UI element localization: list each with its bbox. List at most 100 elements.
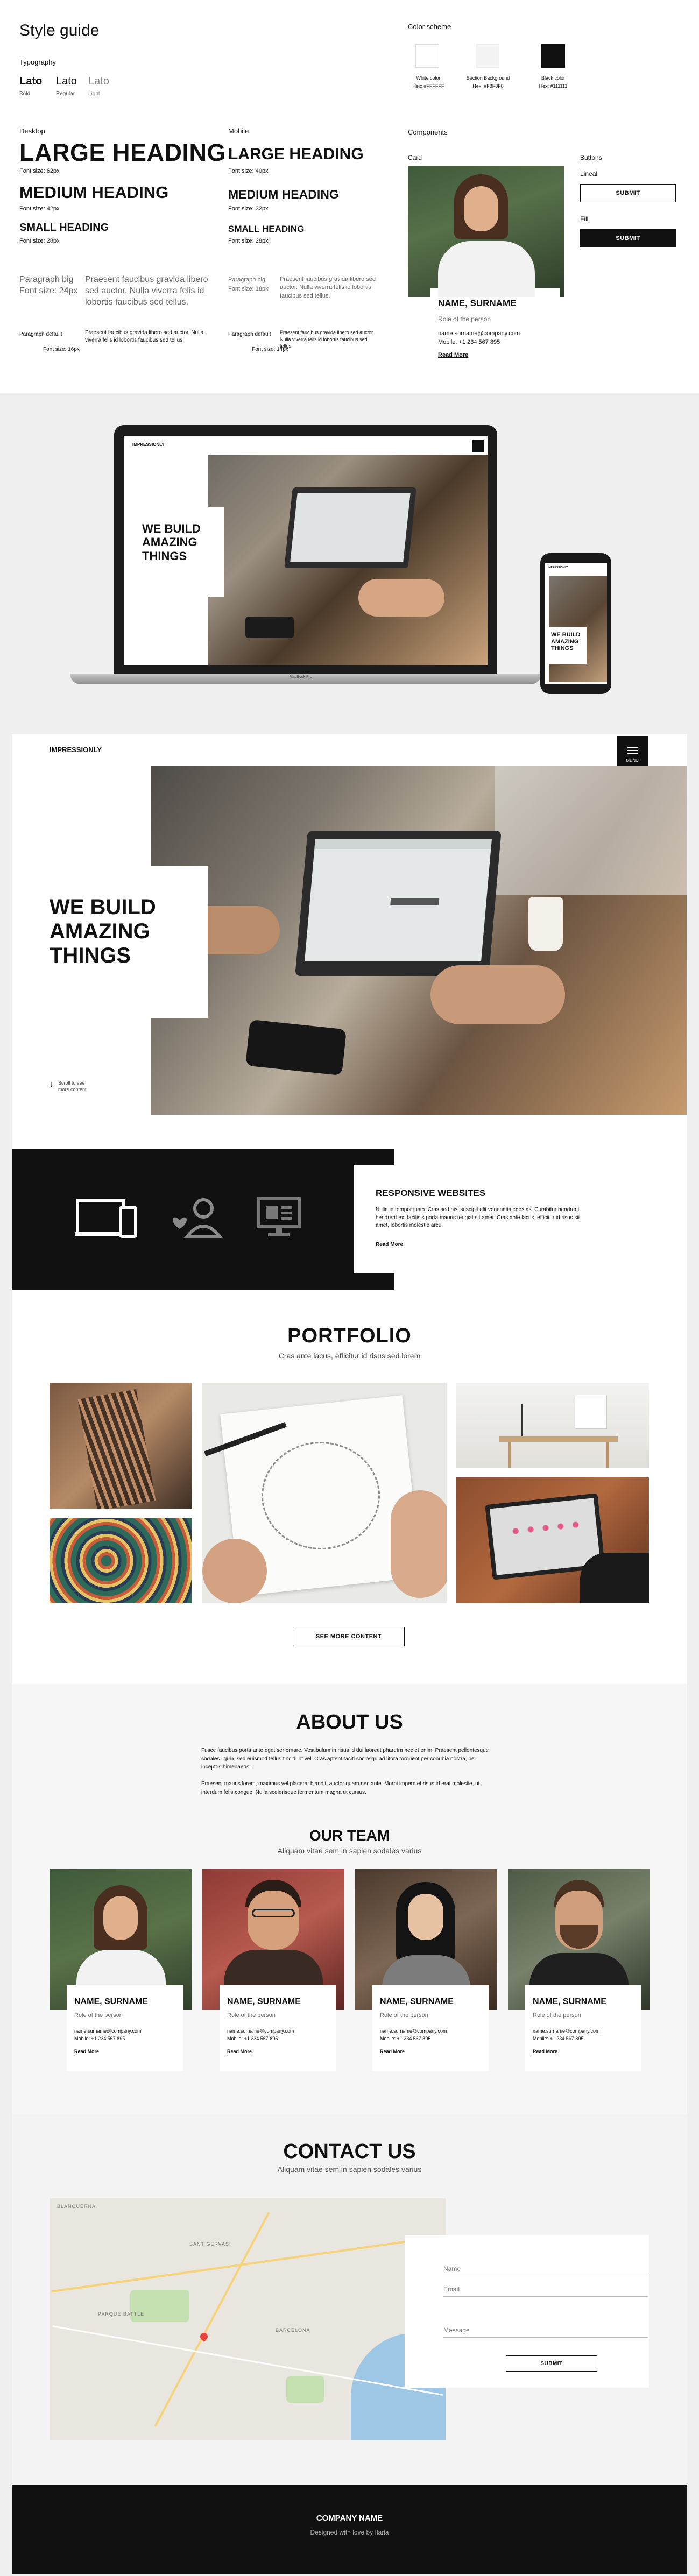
arrow-down-icon: ↓ (50, 1080, 54, 1089)
team-heart-icon[interactable] (168, 1197, 227, 1241)
map-label-4: BARCELONA (276, 2327, 310, 2333)
team-read-more-link[interactable]: Read More (227, 2049, 328, 2054)
card-name: NAME, SURNAME (438, 298, 517, 308)
team-role: Role of the person (380, 2012, 428, 2019)
map-label-2: PARQUE BATTLE (98, 2311, 145, 2317)
laptop-screen: IMPRESSIONLY WE BUILD AMAZING THINGS (124, 436, 488, 665)
typography-label: Typography (19, 58, 56, 66)
hero-window-light (495, 766, 687, 895)
card-email: name.surname@company.com (438, 330, 520, 337)
mobile-pbig-text: Praesent faucibus gravida libero sed auc… (280, 276, 376, 299)
team-card-3: NAME, SURNAME Role of the person name.su… (372, 1985, 489, 2071)
hero-hand-right (430, 965, 565, 1024)
hero-screen-highlight (390, 898, 440, 905)
contact-map[interactable]: BLANQUERNA PARQUE BATTLE SANT GERVASI BA… (50, 2198, 446, 2440)
desktop-pdef-size: Font size: 16px (43, 346, 80, 352)
desktop-medium-size: Font size: 42px (19, 206, 60, 212)
mobile-large-size: Font size: 40px (228, 168, 269, 174)
card-read-more-link[interactable]: Read More (438, 352, 552, 358)
phone-hero-title: WE BUILD AMAZING THINGS (551, 632, 581, 652)
team-email: name.surname@company.com (227, 2028, 294, 2034)
mobile-label: Mobile (228, 127, 249, 135)
team-name: NAME, SURNAME (74, 1997, 148, 2006)
team-mobile: Mobile: +1 234 567 895 (380, 2036, 431, 2041)
contact-submit-button[interactable]: SUBMIT (506, 2355, 597, 2372)
site-brand[interactable]: IMPRESSIONLY (50, 746, 102, 754)
team-mobile: Mobile: +1 234 567 895 (533, 2036, 584, 2041)
map-park (130, 2290, 189, 2322)
contact-title: CONTACT US (283, 2140, 416, 2163)
mobile-medium-heading: MEDIUM HEADING (228, 187, 339, 201)
lineal-submit-button[interactable]: SUBMIT (580, 184, 676, 202)
portfolio-title: PORTFOLIO (287, 1325, 412, 1347)
menu-line-icon (627, 750, 638, 751)
desk-leg-left (508, 1442, 511, 1468)
services-read-more-link[interactable]: Read More (376, 1242, 585, 1248)
components-label: Components (408, 128, 448, 136)
card-role: Role of the person (438, 315, 491, 323)
portrait-face (103, 1896, 138, 1940)
portfolio-item-laptop-chart[interactable] (456, 1477, 649, 1603)
message-field[interactable] (443, 2324, 648, 2336)
desktop-label: Desktop (19, 127, 45, 135)
sketch-doodles (262, 1442, 380, 1549)
sketch-hand-left (202, 1539, 267, 1603)
hero-phone (245, 1019, 347, 1076)
menu-line-icon (627, 747, 638, 748)
devices-icon[interactable] (75, 1198, 138, 1241)
color-swatch-white (415, 44, 439, 68)
team-mobile: Mobile: +1 234 567 895 (227, 2036, 278, 2041)
map-label-1: BLANQUERNA (57, 2204, 96, 2209)
fill-submit-button[interactable]: SUBMIT (580, 229, 676, 247)
team-title: OUR TEAM (309, 1827, 390, 1844)
team-email: name.surname@company.com (533, 2028, 600, 2034)
desktop-large-heading: LARGE HEADING (19, 139, 227, 166)
team-role: Role of the person (227, 2012, 276, 2019)
portfolio-item-desk[interactable] (456, 1383, 649, 1468)
portrait-face (408, 1894, 443, 1940)
about-paragraph-2: Praesent mauris lorem, maximus vel place… (201, 1781, 480, 1795)
about-paragraph-1: Fusce faucibus porta ante eget ser ornar… (201, 1747, 489, 1770)
lineal-label: Lineal (580, 170, 598, 178)
see-more-content-button[interactable]: SEE MORE CONTENT (293, 1627, 405, 1646)
mobile-pbig-label: Paragraph big Font size: 18px (228, 277, 269, 292)
message-field-underline (443, 2337, 648, 2338)
team-read-more-link[interactable]: Read More (533, 2049, 634, 2054)
mock-hero-photo (208, 455, 488, 665)
presentation-icon[interactable] (256, 1197, 301, 1241)
team-role: Role of the person (533, 2012, 581, 2019)
device-mockup: IMPRESSIONLY WE BUILD AMAZING THINGS Mac… (70, 425, 630, 705)
team-email: name.surname@company.com (74, 2028, 142, 2034)
team-read-more-link[interactable]: Read More (74, 2049, 175, 2054)
hero-photo (151, 766, 687, 1115)
services-title: RESPONSIVE WEBSITES (376, 1188, 486, 1198)
mock-screen-in-photo (290, 493, 411, 562)
glasses-icon (252, 1909, 295, 1917)
mobile-medium-size: Font size: 32px (228, 206, 269, 212)
color-swatch-section (476, 44, 499, 68)
services-text: Nulla in tempor justo. Cras sed nisi sus… (376, 1207, 580, 1228)
scroll-hint[interactable]: ↓ Scroll to see more content (50, 1080, 87, 1093)
color-white-caption: White color Hex: #FFFFFF (412, 75, 444, 89)
portfolio-item-sketch[interactable] (202, 1383, 447, 1603)
team-mobile: Mobile: +1 234 567 895 (74, 2036, 125, 2041)
portfolio-subtitle: Cras ante lacus, efficitur id risus sed … (278, 1351, 421, 1360)
email-field[interactable] (443, 2283, 648, 2295)
desktop-large-size: Font size: 62px (19, 168, 60, 174)
team-card-1: NAME, SURNAME Role of the person name.su… (67, 1985, 183, 2071)
mobile-small-heading: SMALL HEADING (228, 224, 305, 234)
portrait-face (248, 1891, 299, 1950)
mobile-small-size: Font size: 28px (228, 238, 269, 244)
color-swatch-black (541, 44, 565, 68)
portrait-face (464, 186, 498, 231)
desk-leg-right (606, 1442, 609, 1468)
chart-hand (580, 1553, 649, 1603)
portfolio-item-fish-art[interactable] (50, 1518, 192, 1603)
map-label-3: SANT GERVASI (189, 2241, 231, 2247)
hero-laptop-screen (305, 839, 492, 961)
mock-phone-in-photo (245, 617, 294, 638)
name-field[interactable] (443, 2263, 648, 2275)
portfolio-item-brushes[interactable] (50, 1383, 192, 1509)
scroll-hint-text: Scroll to see more content (58, 1080, 87, 1092)
team-read-more-link[interactable]: Read More (380, 2049, 481, 2054)
